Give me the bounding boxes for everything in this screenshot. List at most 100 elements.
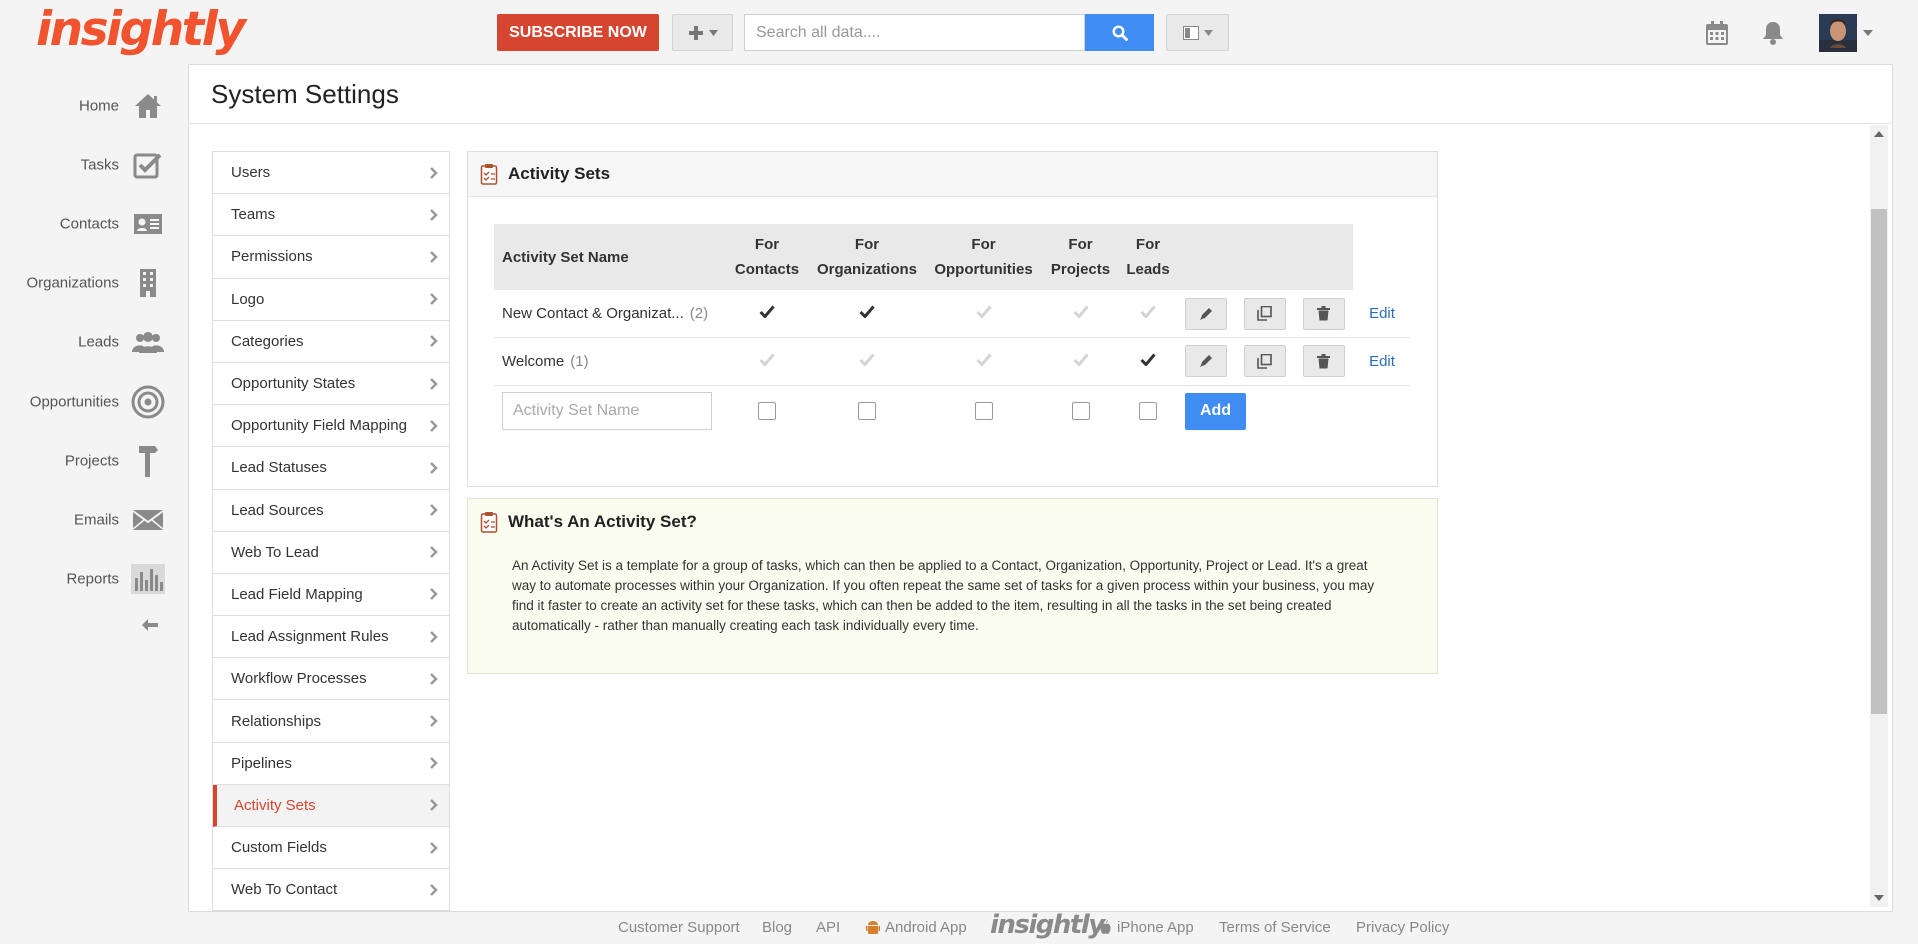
card-header: What's An Activity Set? <box>468 499 1437 544</box>
calendar-icon[interactable] <box>1702 18 1732 48</box>
footer-link-iphone-app[interactable]: iPhone App <box>1099 919 1194 936</box>
edit-pencil-button[interactable] <box>1184 345 1227 378</box>
nav-item-leads[interactable]: Leads <box>0 322 175 362</box>
pencil-icon <box>1199 307 1213 321</box>
nav-item-opportunities[interactable]: Opportunities <box>0 382 175 422</box>
scroll-down-icon[interactable] <box>1874 895 1884 901</box>
settings-item-opportunity-states[interactable]: Opportunity States <box>213 363 449 406</box>
quick-add-button[interactable] <box>672 14 733 51</box>
footer-link-api[interactable]: API <box>816 919 840 936</box>
settings-item-lead-field-mapping[interactable]: Lead Field Mapping <box>213 574 449 617</box>
for-projects-checkbox[interactable] <box>1071 402 1090 421</box>
footer-link-label: Android App <box>885 919 967 936</box>
arrow-left-icon[interactable] <box>141 617 159 633</box>
checkbox-cell <box>1041 385 1120 437</box>
trash-icon <box>1317 306 1330 321</box>
name-cell <box>494 385 726 437</box>
copy-icon <box>1257 306 1272 321</box>
subscribe-now-button[interactable]: SUBSCRIBE NOW <box>497 14 659 51</box>
copy-button[interactable] <box>1243 297 1286 330</box>
nav-item-projects[interactable]: Projects <box>0 441 175 481</box>
nav-item-reports[interactable]: Reports <box>0 559 175 599</box>
activity-set-name-input[interactable] <box>502 392 712 431</box>
chevron-down-icon[interactable] <box>1862 28 1874 38</box>
settings-item-opportunity-field-mapping[interactable]: Opportunity Field Mapping <box>213 405 449 448</box>
nav-label: Emails <box>73 511 119 529</box>
activity-set-name[interactable]: Welcome <box>502 353 564 370</box>
search-input[interactable] <box>744 14 1085 51</box>
table-row: New Contact & Organizat... (2) Edit <box>494 290 1411 338</box>
settings-item-web-to-lead[interactable]: Web To Lead <box>213 532 449 574</box>
header-line: For <box>971 236 996 253</box>
settings-item-permissions[interactable]: Permissions <box>213 236 449 279</box>
settings-item-workflow-processes[interactable]: Workflow Processes <box>213 658 449 701</box>
for-organizations-checkbox[interactable] <box>858 402 876 421</box>
footer-link-android-app[interactable]: Android App <box>866 919 967 936</box>
layout-icon <box>1182 25 1199 40</box>
settings-item-lead-sources[interactable]: Lead Sources <box>213 490 449 532</box>
insightly-logo[interactable]: insightly <box>36 2 246 57</box>
edit-link[interactable]: Edit <box>1369 305 1395 322</box>
add-button[interactable]: Add <box>1185 392 1246 430</box>
delete-button[interactable] <box>1302 297 1345 330</box>
check-cell <box>1041 337 1120 386</box>
nav-item-organizations[interactable]: Organizations <box>0 263 175 303</box>
search-button[interactable] <box>1085 14 1154 51</box>
for-leads-checkbox[interactable] <box>1139 402 1157 421</box>
envelope-icon <box>130 502 166 538</box>
scrollbar[interactable] <box>1870 125 1888 907</box>
copy-button[interactable] <box>1243 345 1286 378</box>
activity-set-name[interactable]: New Contact & Organizat... <box>502 305 684 322</box>
chevron-right-icon <box>430 588 438 601</box>
edit-pencil-button[interactable] <box>1184 297 1227 330</box>
settings-item-teams[interactable]: Teams <box>213 194 449 237</box>
activity-set-name-cell[interactable]: New Contact & Organizat... (2) <box>494 290 726 338</box>
column-header-opportunities: For Opportunities <box>926 224 1041 290</box>
settings-item-categories[interactable]: Categories <box>213 321 449 363</box>
nav-item-emails[interactable]: Emails <box>0 500 175 540</box>
settings-item-label: Users <box>231 164 271 182</box>
footer-link-blog[interactable]: Blog <box>762 919 792 936</box>
chevron-right-icon <box>430 462 438 474</box>
clipboard-icon <box>480 163 498 185</box>
settings-item-logo[interactable]: Logo <box>213 279 449 321</box>
settings-item-custom-fields[interactable]: Custom Fields <box>213 827 449 870</box>
edit-link[interactable]: Edit <box>1369 353 1395 370</box>
footer-link-privacy[interactable]: Privacy Policy <box>1356 919 1449 936</box>
user-avatar[interactable] <box>1819 14 1857 52</box>
footer-insightly-logo[interactable]: insightly <box>990 910 1105 940</box>
edit-link-cell: Edit <box>1353 337 1411 386</box>
settings-item-lead-assignment-rules[interactable]: Lead Assignment Rules <box>213 616 449 659</box>
table-row: Welcome (1) Edit <box>494 337 1411 386</box>
scroll-up-icon[interactable] <box>1874 131 1884 137</box>
footer-link-terms[interactable]: Terms of Service <box>1219 919 1331 936</box>
settings-item-lead-statuses[interactable]: Lead Statuses <box>213 447 449 490</box>
nav-item-contacts[interactable]: Contacts <box>0 204 175 244</box>
layout-menu-button[interactable] <box>1166 14 1229 51</box>
table-header-row: Activity Set Name For Contacts For Organiz… <box>494 224 1411 290</box>
nav-item-tasks[interactable]: Tasks <box>0 145 175 185</box>
nav-label: Projects <box>64 452 119 470</box>
footer-link-label: iPhone App <box>1117 919 1194 936</box>
settings-item-relationships[interactable]: Relationships <box>213 700 449 743</box>
settings-item-activity-sets[interactable]: Activity Sets <box>213 784 449 827</box>
settings-item-pipelines[interactable]: Pipelines <box>213 743 449 785</box>
settings-item-label: Lead Sources <box>231 501 324 519</box>
nav-label: Opportunities <box>29 393 119 411</box>
settings-item-users[interactable]: Users <box>213 152 449 195</box>
column-header-name: Activity Set Name <box>494 224 726 290</box>
scrollbar-thumb[interactable] <box>1871 209 1887 714</box>
info-description: An Activity Set is a template for a grou… <box>512 558 1375 633</box>
for-contacts-checkbox[interactable] <box>758 402 776 421</box>
bell-icon[interactable] <box>1758 18 1788 48</box>
checkmark-icon <box>759 305 775 318</box>
chevron-right-icon <box>430 166 438 179</box>
delete-button[interactable] <box>1302 345 1345 378</box>
for-opportunities-checkbox[interactable] <box>974 402 993 421</box>
nav-item-home[interactable]: Home <box>0 86 175 126</box>
activity-set-name-cell[interactable]: Welcome (1) <box>494 337 726 386</box>
settings-item-web-to-contact[interactable]: Web To Contact <box>213 869 449 912</box>
page-title: System Settings <box>211 79 399 109</box>
settings-item-label: Workflow Processes <box>231 670 367 688</box>
footer-link-customer-support[interactable]: Customer Support <box>618 919 740 936</box>
